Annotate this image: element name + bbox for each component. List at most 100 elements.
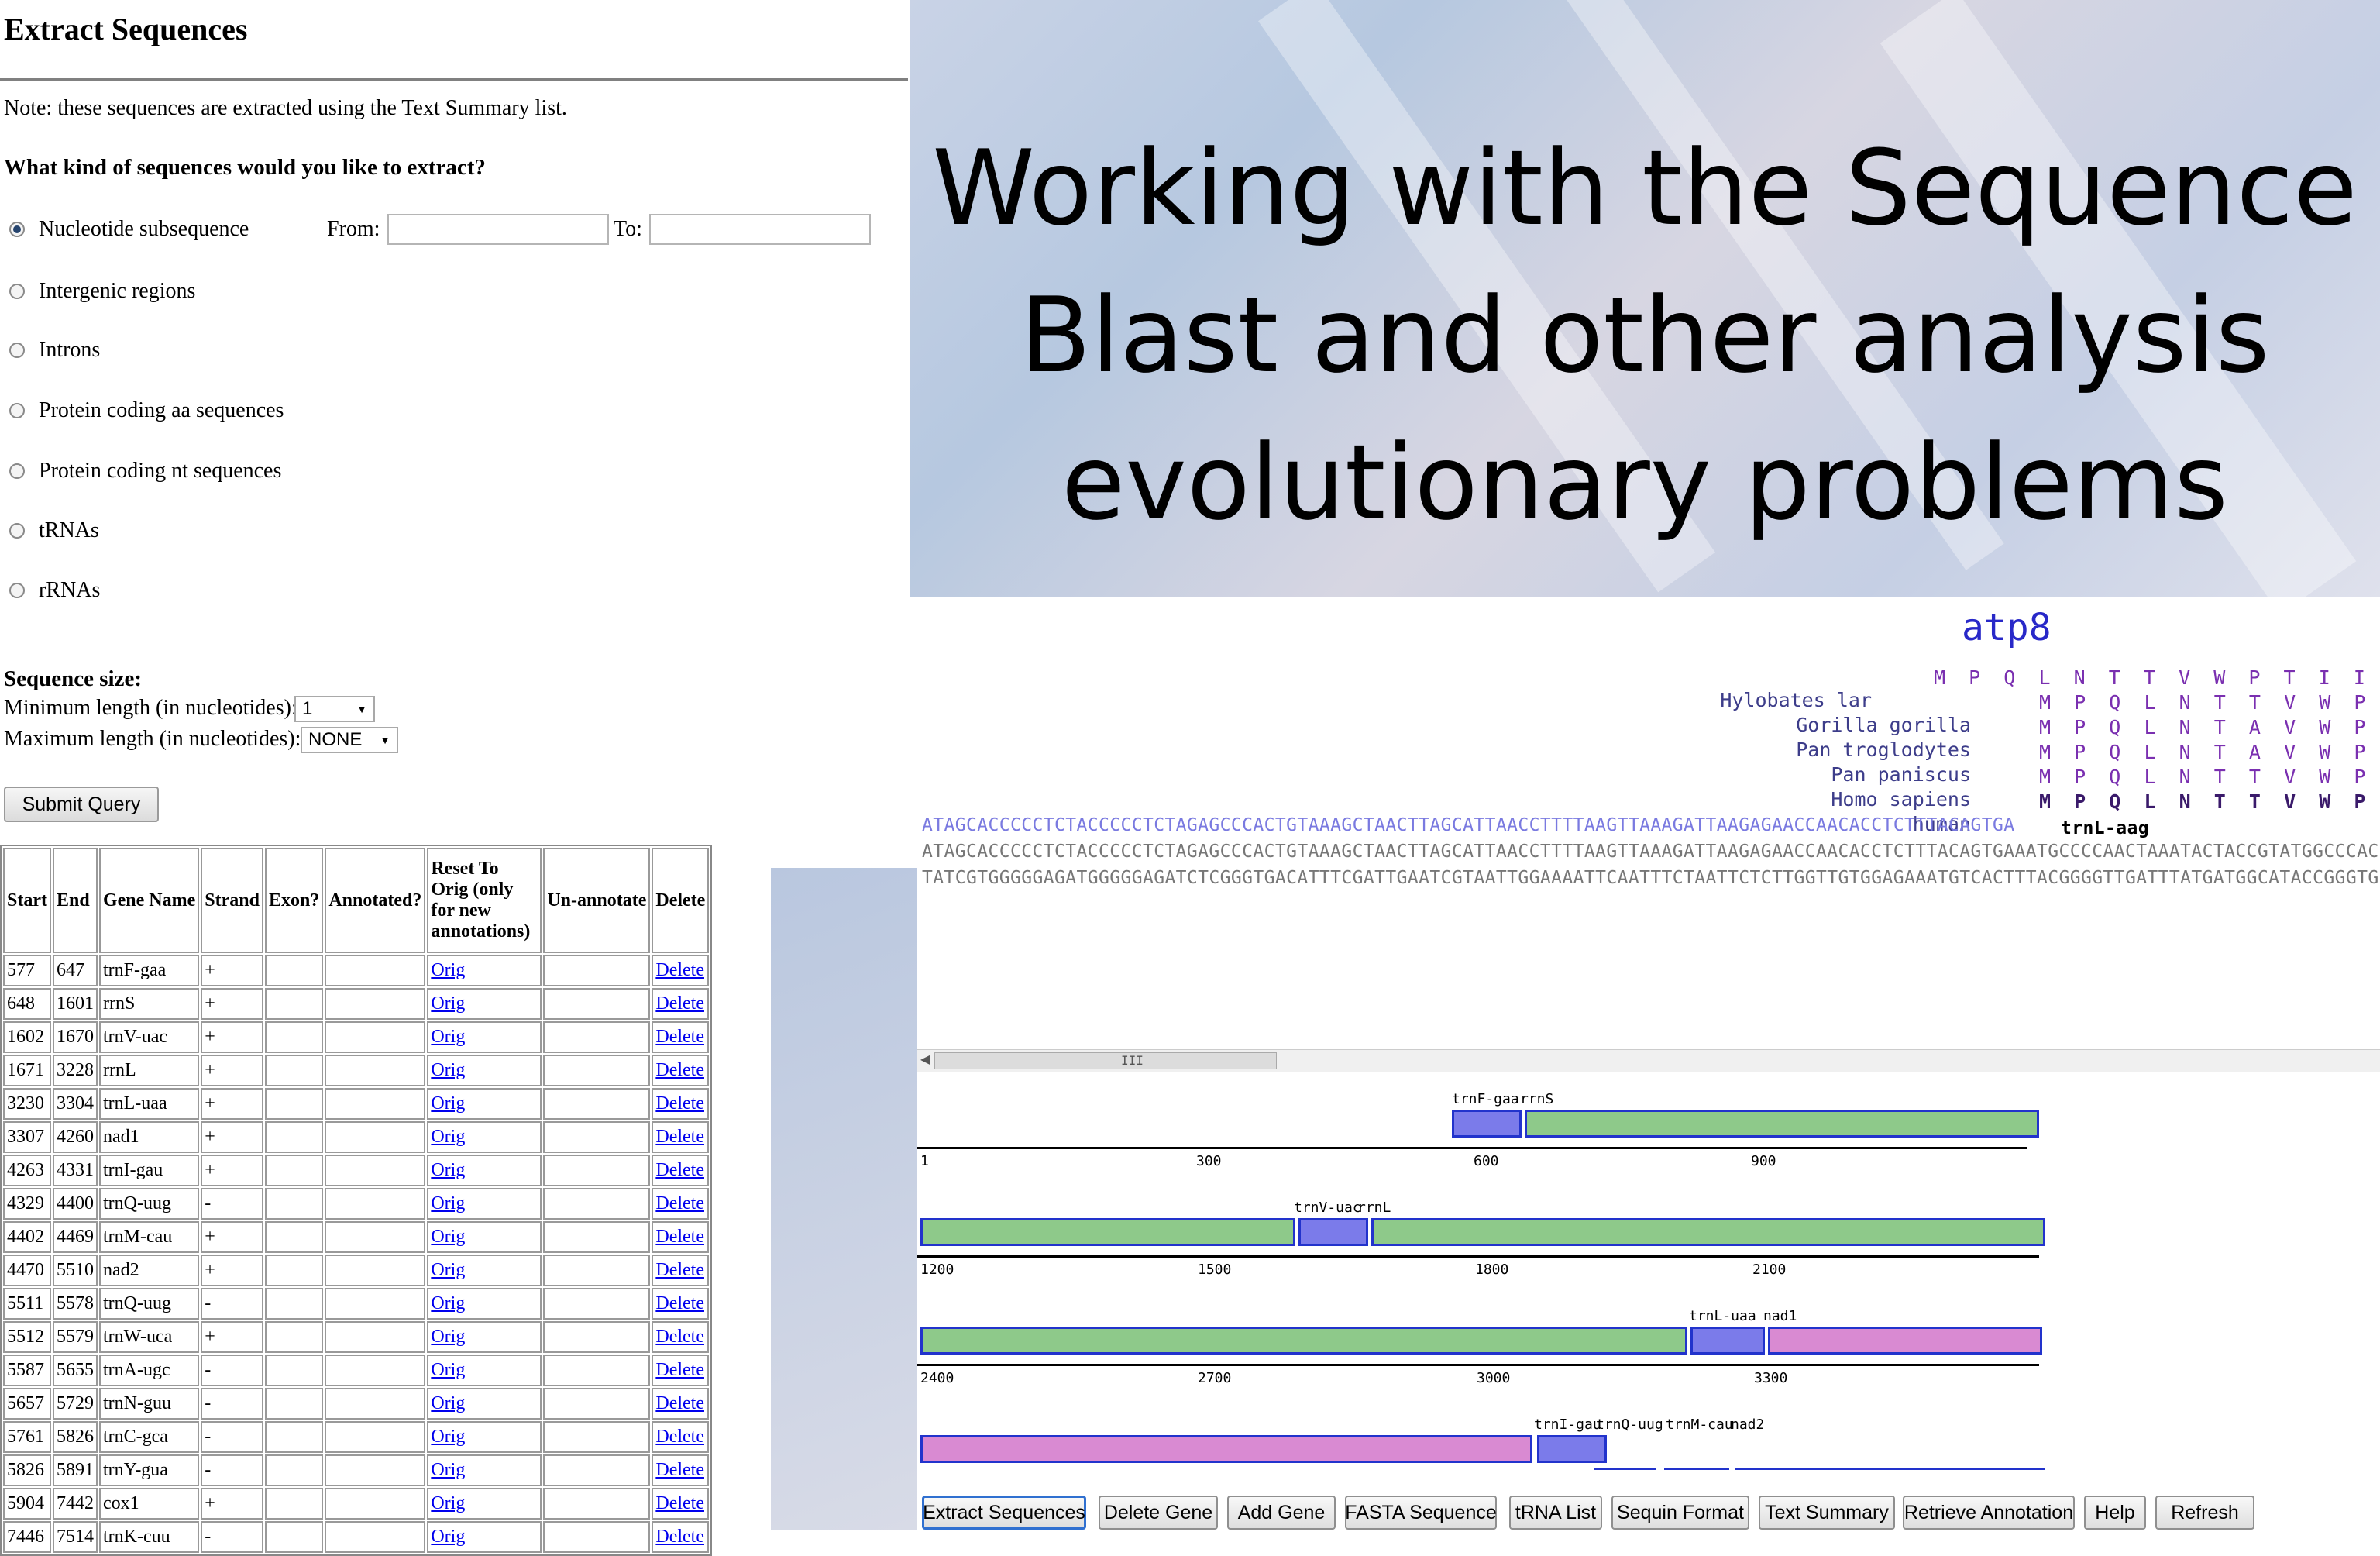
- cell-gene-name: trnA-ugc: [98, 1355, 200, 1386]
- delete-link[interactable]: Delete: [655, 960, 704, 980]
- gene-feature-trna[interactable]: [1452, 1110, 1522, 1138]
- orig-link[interactable]: Orig: [431, 993, 465, 1014]
- orig-link[interactable]: Orig: [431, 1393, 465, 1413]
- option-label: Introns: [39, 338, 101, 362]
- to-input[interactable]: [649, 214, 871, 245]
- tick-label: 3000: [1477, 1370, 1511, 1386]
- delete-link[interactable]: Delete: [655, 1027, 704, 1047]
- cell-gene-name: nad2: [98, 1255, 200, 1286]
- gene-feature-protein[interactable]: [1768, 1327, 2042, 1355]
- cell-end: 7442: [52, 1488, 98, 1520]
- cell-delete: Delete: [652, 1421, 710, 1453]
- species-row: Pan paniscus M P Q L N T A V W P T: [917, 741, 2365, 786]
- text-summary-button[interactable]: Text Summary: [1759, 1496, 1895, 1530]
- cell-delete: Delete: [652, 1454, 710, 1486]
- delete-link[interactable]: Delete: [655, 1160, 704, 1180]
- radio-button[interactable]: [9, 284, 25, 299]
- gene-feature-rrna[interactable]: [920, 1327, 1687, 1355]
- radio-button[interactable]: [9, 222, 25, 237]
- delete-link[interactable]: Delete: [655, 1093, 704, 1114]
- delete-link[interactable]: Delete: [655, 1293, 704, 1313]
- feature-line: [1664, 1468, 1729, 1470]
- submit-query-button[interactable]: Submit Query: [4, 787, 159, 822]
- add-gene-button[interactable]: Add Gene: [1227, 1496, 1336, 1530]
- refresh-button[interactable]: Refresh: [2155, 1496, 2254, 1530]
- cell-exon: [264, 1521, 324, 1553]
- orig-link[interactable]: Orig: [431, 1493, 465, 1513]
- retrieve-annotation-button[interactable]: Retrieve Annotation: [1903, 1496, 2075, 1530]
- orig-link[interactable]: Orig: [431, 1060, 465, 1080]
- orig-link[interactable]: Orig: [431, 1293, 465, 1313]
- sequin-format-button[interactable]: Sequin Format: [1611, 1496, 1749, 1530]
- orig-link[interactable]: Orig: [431, 1327, 465, 1347]
- horizontal-scrollbar[interactable]: ◀ III: [917, 1049, 2380, 1072]
- orig-link[interactable]: Orig: [431, 1027, 465, 1047]
- option-label: Protein coding nt sequences: [39, 459, 282, 483]
- cell-end: 5510: [52, 1255, 98, 1286]
- cell-reset: Orig: [427, 1321, 542, 1353]
- cell-exon: [264, 1454, 324, 1486]
- orig-link[interactable]: Orig: [431, 1427, 465, 1447]
- orig-link[interactable]: Orig: [431, 1227, 465, 1247]
- radio-button[interactable]: [9, 583, 25, 598]
- orig-link[interactable]: Orig: [431, 1160, 465, 1180]
- delete-link[interactable]: Delete: [655, 1327, 704, 1347]
- gene-feature-trna[interactable]: [1298, 1218, 1368, 1246]
- delete-link[interactable]: Delete: [655, 1393, 704, 1413]
- radio-button[interactable]: [9, 403, 25, 418]
- gene-feature-protein[interactable]: [920, 1435, 1532, 1463]
- gene-feature-trna[interactable]: [1537, 1435, 1607, 1463]
- cell-strand: -: [201, 1288, 263, 1320]
- orig-link[interactable]: Orig: [431, 960, 465, 980]
- option-intergenic-regions[interactable]: Intergenic regions: [9, 276, 195, 307]
- col-end: End: [52, 848, 98, 953]
- orig-link[interactable]: Orig: [431, 1460, 465, 1480]
- delete-link[interactable]: Delete: [655, 993, 704, 1014]
- trna-list-button[interactable]: tRNA List: [1509, 1496, 1602, 1530]
- orig-link[interactable]: Orig: [431, 1193, 465, 1213]
- radio-button[interactable]: [9, 343, 25, 358]
- orig-link[interactable]: Orig: [431, 1360, 465, 1380]
- option-introns[interactable]: Introns: [9, 335, 100, 366]
- cell-annotated: [325, 1088, 426, 1120]
- option-rrnas[interactable]: rRNAs: [9, 575, 100, 606]
- delete-link[interactable]: Delete: [655, 1493, 704, 1513]
- radio-button[interactable]: [9, 523, 25, 539]
- extract-sequences-button[interactable]: Extract Sequences: [922, 1496, 1086, 1530]
- option-nucleotide-subsequence[interactable]: Nucleotide subsequence: [9, 214, 249, 245]
- cell-exon: [264, 1188, 324, 1220]
- delete-link[interactable]: Delete: [655, 1193, 704, 1213]
- max-length-select[interactable]: NONE ▼: [301, 727, 398, 753]
- gene-feature-rrna[interactable]: [1371, 1218, 2045, 1246]
- delete-link[interactable]: Delete: [655, 1060, 704, 1080]
- gene-feature-rrna[interactable]: [920, 1218, 1295, 1246]
- fasta-sequence-button[interactable]: FASTA Sequence: [1345, 1496, 1497, 1530]
- option-protein-coding-nt[interactable]: Protein coding nt sequences: [9, 456, 281, 487]
- gene-feature-rrna[interactable]: [1525, 1110, 2039, 1138]
- delete-link[interactable]: Delete: [655, 1460, 704, 1480]
- delete-link[interactable]: Delete: [655, 1360, 704, 1380]
- cell-start: 4470: [3, 1255, 51, 1286]
- delete-link[interactable]: Delete: [655, 1227, 704, 1247]
- radio-button[interactable]: [9, 463, 25, 479]
- delete-gene-button[interactable]: Delete Gene: [1099, 1496, 1218, 1530]
- option-protein-coding-aa[interactable]: Protein coding aa sequences: [9, 395, 284, 426]
- from-input[interactable]: [387, 214, 609, 245]
- delete-link[interactable]: Delete: [655, 1427, 704, 1447]
- delete-link[interactable]: Delete: [655, 1127, 704, 1147]
- max-length-label: Maximum length (in nucleotides):: [4, 727, 301, 751]
- help-button[interactable]: Help: [2084, 1496, 2146, 1530]
- delete-link[interactable]: Delete: [655, 1260, 704, 1280]
- cell-delete: Delete: [652, 1221, 710, 1253]
- option-trnas[interactable]: tRNAs: [9, 515, 99, 546]
- orig-link[interactable]: Orig: [431, 1093, 465, 1114]
- gene-feature-trna[interactable]: [1690, 1327, 1765, 1355]
- tick-label: 300: [1196, 1153, 1222, 1169]
- cell-start: 5657: [3, 1388, 51, 1420]
- orig-link[interactable]: Orig: [431, 1260, 465, 1280]
- scroll-left-arrow-icon[interactable]: ◀: [920, 1052, 930, 1067]
- orig-link[interactable]: Orig: [431, 1127, 465, 1147]
- table-row: 5587 5655 trnA-ugc - Orig Delete: [3, 1355, 710, 1386]
- min-length-select[interactable]: 1 ▼: [294, 696, 375, 722]
- scroll-thumb[interactable]: III: [934, 1052, 1277, 1069]
